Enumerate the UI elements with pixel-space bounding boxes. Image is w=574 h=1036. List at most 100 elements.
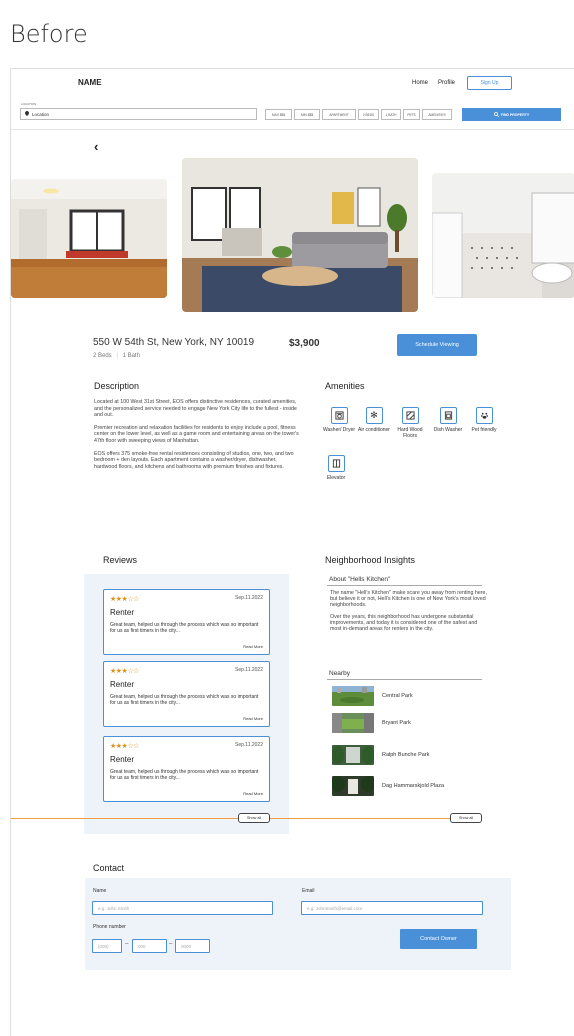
amenity-label: Air conditioner [358, 427, 390, 433]
filter-apartment[interactable]: APARTMENT [322, 109, 356, 120]
listing-beds: 2 Beds [93, 353, 112, 359]
amenity-label: Washer/ Dryer [322, 427, 356, 433]
nearby-name: Central Park [382, 693, 413, 699]
amenity-dish-washer: Dish Washer [428, 407, 468, 433]
phone-label: Phone number [93, 924, 126, 930]
review-card[interactable]: ★★★☆☆ Sep.11.2022 Renter Great team, hel… [103, 589, 270, 655]
nav-home[interactable]: Home [412, 80, 428, 86]
find-property-label: FIND PROPERTY [500, 112, 530, 117]
listing-address: 550 W 54th St, New York, NY 10019 [93, 337, 255, 348]
review-read-more-link[interactable]: Read More [243, 644, 263, 649]
phone-prefix-field[interactable]: 000 [132, 939, 167, 953]
nearby-item[interactable]: Bryant Park [332, 712, 532, 734]
phone-separator: – [169, 941, 173, 947]
signup-button[interactable]: Sign Up [467, 76, 512, 90]
schedule-viewing-button[interactable]: Schedule Viewing [397, 334, 477, 356]
contact-panel [85, 878, 511, 970]
description-paragraph: Located at 100 West 31st Street, EOS off… [94, 399, 297, 419]
review-text: Great team, helped us through the proces… [110, 622, 259, 634]
neighborhood-title: Neighborhood Insights [325, 555, 416, 565]
neighborhood-paragraph: The name "Hell's Kitchen" make scare you… [330, 590, 487, 609]
gallery-photo-main[interactable] [182, 158, 418, 312]
description-paragraph: EOS offers 375 smoke-free rental residen… [94, 450, 294, 470]
location-input-value: Location [32, 111, 50, 117]
neighborhood-show-all-button[interactable]: Show all [450, 813, 482, 823]
reviews-show-all-button[interactable]: Show all [238, 813, 270, 823]
review-date: Sep.11.2022 [235, 595, 263, 601]
review-stars: ★★★☆☆ [110, 743, 139, 750]
nearby-title: Nearby [329, 670, 350, 677]
review-author: Renter [110, 680, 135, 689]
filter-bath[interactable]: 1 BATH [381, 109, 401, 120]
amenity-label: Pet friendly [471, 427, 497, 433]
nearby-name: Ralph Bunche Park [382, 752, 430, 758]
contact-owner-button[interactable]: Contact Owner [400, 929, 477, 949]
filter-max-price[interactable]: MAX $$$ [265, 109, 292, 120]
dishwasher-icon [439, 407, 457, 424]
listing-price: $3,900 [289, 338, 320, 349]
location-label: LOCATION [21, 102, 37, 106]
name-field[interactable]: e.g. John Smith [92, 901, 273, 915]
review-text: Great team, helped us through the proces… [110, 769, 259, 781]
search-icon [493, 111, 499, 118]
name-label: Name [93, 888, 107, 894]
listing-rooms: 2 Beds | 1 Bath [93, 353, 140, 359]
contact-title: Contact [93, 863, 125, 873]
amenity-pet-friendly: Pet friendly [464, 407, 504, 433]
amenity-washer-dryer: Washer/ Dryer [319, 407, 359, 433]
phone-line-field[interactable]: 0000 [175, 939, 210, 953]
amenity-hardwood-floors: Hard Wood Floors [390, 407, 430, 439]
description-paragraph: Premier recreation and relaxation facili… [94, 424, 299, 444]
find-property-button[interactable]: FIND PROPERTY [462, 108, 561, 121]
phone-area-code-field[interactable]: (000) [92, 939, 122, 953]
washer-icon [330, 407, 348, 424]
nav-profile[interactable]: Profile [438, 80, 455, 86]
amenities-title: Amenities [325, 381, 365, 391]
location-pin-icon [25, 111, 29, 117]
header-divider [11, 129, 574, 130]
listing-page: NAME Home Profile Sign Up LOCATION Locat… [10, 68, 574, 1036]
gallery-photo-left[interactable] [11, 179, 167, 298]
review-card[interactable]: ★★★☆☆ Sep.11.2022 Renter Great team, hel… [103, 736, 270, 802]
nearby-divider [327, 679, 482, 680]
amenity-elevator: Elevator [316, 455, 356, 481]
central-park-thumbnail [332, 686, 374, 706]
filter-pets[interactable]: PETS [403, 109, 420, 120]
nearby-name: Dag Hammarskjold Plaza [382, 783, 445, 789]
review-date: Sep.11.2022 [235, 667, 263, 673]
dag-hammarskjold-plaza-thumbnail [332, 776, 374, 796]
review-stars: ★★★☆☆ [110, 668, 139, 675]
about-neighborhood-title: About "Hells Kitchen" [329, 576, 391, 583]
page-caption: Before [10, 20, 88, 48]
description-title: Description [94, 381, 140, 391]
gallery-photo-right[interactable] [432, 173, 574, 298]
snowflake-icon: ✻ [365, 407, 383, 424]
back-arrow-icon[interactable]: ‹ [94, 139, 98, 154]
location-input[interactable]: Location [20, 108, 257, 120]
annotation-line-left [11, 818, 238, 819]
email-field[interactable]: e.g. JohnSmith@email.com [301, 901, 483, 915]
floor-icon [401, 407, 419, 424]
review-card[interactable]: ★★★☆☆ Sep.11.2022 Renter Great team, hel… [103, 661, 270, 727]
description-body: Located at 100 West 31st Street, EOS off… [94, 399, 300, 476]
elevator-icon [327, 455, 345, 472]
filter-amenities[interactable]: AMENITIES [422, 109, 452, 120]
review-read-more-link[interactable]: Read More [243, 791, 263, 796]
amenity-air-conditioner: ✻ Air conditioner [354, 407, 394, 433]
nearby-name: Bryant Park [382, 720, 411, 726]
amenity-label: Hard Wood Floors [397, 427, 423, 439]
nearby-item[interactable]: Central Park [332, 685, 532, 707]
review-author: Renter [110, 608, 135, 617]
filter-min-price[interactable]: MIN $$$ [294, 109, 320, 120]
neighborhood-description: The name "Hell's Kitchen" make scare you… [330, 590, 490, 637]
listing-baths: 1 Bath [122, 353, 140, 359]
annotation-line-right [270, 818, 450, 819]
nearby-item[interactable]: Ralph Bunche Park [332, 744, 532, 766]
reviews-title: Reviews [103, 555, 138, 565]
filter-beds[interactable]: 2 BEDS [358, 109, 379, 120]
email-label: Email [302, 888, 315, 894]
review-read-more-link[interactable]: Read More [243, 716, 263, 721]
nearby-item[interactable]: Dag Hammarskjold Plaza [332, 775, 532, 797]
brand-logo[interactable]: NAME [78, 78, 102, 87]
bryant-park-thumbnail [332, 713, 374, 733]
